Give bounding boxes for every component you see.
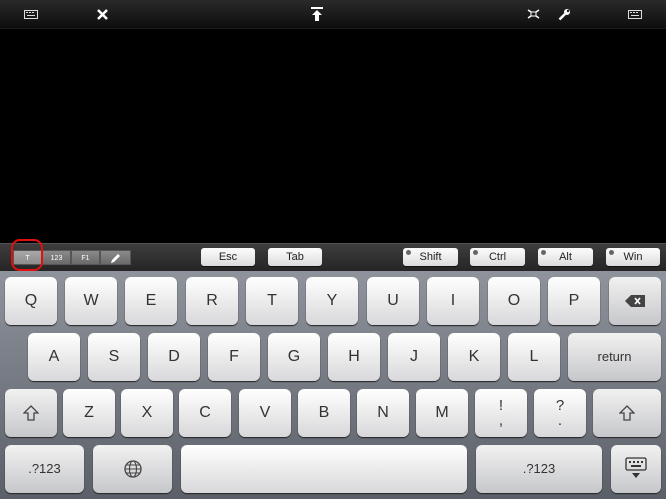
alt-modifier-key[interactable]: Alt (538, 248, 593, 266)
key-h[interactable]: H (328, 333, 380, 381)
ctrl-label: Ctrl (488, 251, 507, 263)
tab-key[interactable]: Tab (268, 248, 322, 266)
exclaim-label: ! (498, 397, 504, 414)
shift-arrow-icon (23, 405, 39, 421)
question-label: ? (555, 397, 565, 414)
upload-icon[interactable] (309, 5, 325, 23)
shift-indicator (406, 250, 411, 255)
key-r[interactable]: R (186, 277, 238, 325)
key-l[interactable]: L (508, 333, 560, 381)
shift-key-right[interactable] (593, 389, 661, 437)
comma-label: , (498, 412, 504, 429)
key-a[interactable]: A (28, 333, 80, 381)
alt-label: Alt (559, 251, 572, 263)
numbers-key-left[interactable]: .?123 (5, 445, 84, 493)
ctrl-modifier-key[interactable]: Ctrl (470, 248, 525, 266)
key-exclaim-comma[interactable]: !, (475, 389, 527, 437)
key-question-period[interactable]: ?. (534, 389, 586, 437)
space-key[interactable] (181, 445, 467, 493)
fullscreen-icon[interactable] (525, 5, 541, 23)
key-y[interactable]: Y (306, 277, 358, 325)
key-e[interactable]: E (125, 277, 177, 325)
function-keys-segment[interactable]: F1 (71, 250, 100, 265)
key-v[interactable]: V (239, 389, 291, 437)
shift-key-left[interactable] (5, 389, 57, 437)
key-f[interactable]: F (208, 333, 260, 381)
key-z[interactable]: Z (63, 389, 115, 437)
key-n[interactable]: N (357, 389, 409, 437)
globe-key[interactable] (93, 445, 172, 493)
key-k[interactable]: K (448, 333, 500, 381)
key-c[interactable]: C (179, 389, 231, 437)
key-t[interactable]: T (246, 277, 298, 325)
key-p[interactable]: P (548, 277, 600, 325)
key-u[interactable]: U (367, 277, 419, 325)
numbers-mode-segment[interactable]: 123 (42, 250, 71, 265)
key-g[interactable]: G (268, 333, 320, 381)
shift-arrow-icon (619, 405, 635, 421)
key-w[interactable]: W (65, 277, 117, 325)
key-q[interactable]: Q (5, 277, 57, 325)
key-j[interactable]: J (388, 333, 440, 381)
ctrl-indicator (473, 250, 478, 255)
key-o[interactable]: O (488, 277, 540, 325)
keyboard-icon[interactable] (626, 5, 644, 23)
numbers-key-right[interactable]: .?123 (476, 445, 602, 493)
close-icon[interactable] (94, 5, 110, 23)
keyboard-icon[interactable] (22, 5, 40, 23)
win-indicator (609, 250, 614, 255)
top-toolbar (0, 0, 666, 29)
pencil-segment[interactable] (100, 250, 131, 265)
shift-modifier-key[interactable]: Shift (403, 248, 458, 266)
backspace-icon (625, 295, 645, 307)
pencil-icon (111, 254, 120, 263)
highlight-circle (11, 239, 43, 271)
win-label: Win (623, 251, 643, 263)
return-key[interactable]: return (568, 333, 661, 381)
wrench-icon[interactable] (556, 5, 572, 23)
backspace-key[interactable] (609, 277, 661, 325)
key-d[interactable]: D (148, 333, 200, 381)
key-b[interactable]: B (298, 389, 350, 437)
key-i[interactable]: I (427, 277, 479, 325)
globe-icon (123, 460, 142, 478)
alt-indicator (541, 250, 546, 255)
win-modifier-key[interactable]: Win (606, 248, 660, 266)
period-label: . (557, 412, 563, 429)
key-x[interactable]: X (121, 389, 173, 437)
key-s[interactable]: S (88, 333, 140, 381)
esc-key[interactable]: Esc (201, 248, 255, 266)
hide-keyboard-key[interactable] (611, 445, 661, 493)
hide-keyboard-icon (625, 457, 647, 478)
key-m[interactable]: M (416, 389, 468, 437)
remote-screen[interactable] (0, 29, 666, 243)
shift-label: Shift (419, 251, 442, 263)
